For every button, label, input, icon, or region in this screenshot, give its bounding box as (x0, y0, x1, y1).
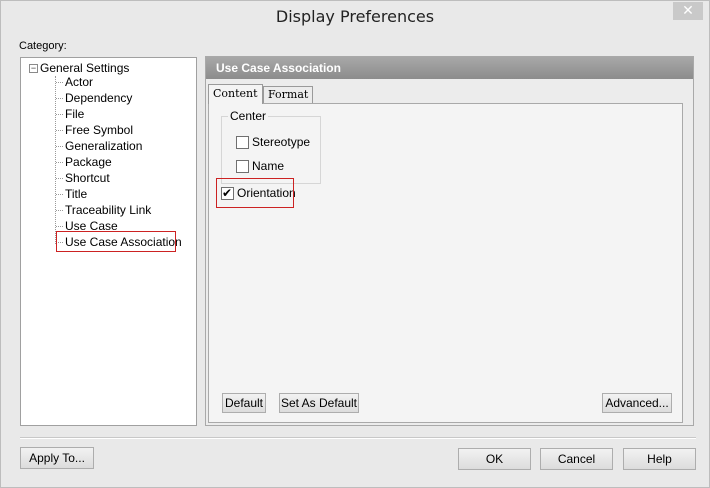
tree-item-traceability-link[interactable]: Traceability Link (55, 202, 182, 218)
tree-item-shortcut[interactable]: Shortcut (55, 170, 182, 186)
tree-item-package[interactable]: Package (55, 154, 182, 170)
name-checkbox[interactable] (236, 160, 249, 174)
display-preferences-window: Display Preferences ✕ Category: − General… (0, 0, 710, 488)
orientation-label: Orientation (237, 186, 296, 200)
content-tab-page: Center Stereotype Name Orientation Defau… (208, 103, 683, 423)
center-group: Center Stereotype Name (221, 109, 321, 184)
panel-header: Use Case Association (206, 57, 693, 79)
set-as-default-button[interactable]: Set As Default (279, 393, 359, 413)
tab-content[interactable]: Content (208, 84, 263, 104)
tree-items: Actor Dependency File Free Symbol Genera… (55, 74, 182, 250)
stereotype-label: Stereotype (252, 135, 311, 149)
tree-item-title[interactable]: Title (55, 186, 182, 202)
orientation-checkbox[interactable] (221, 186, 234, 201)
help-button[interactable]: Help (623, 448, 696, 470)
center-group-title: Center (228, 109, 269, 123)
tree-item-dependency[interactable]: Dependency (55, 90, 182, 106)
tree-root-label: General Settings (40, 61, 130, 75)
footer-divider (20, 437, 696, 439)
cancel-button[interactable]: Cancel (540, 448, 613, 470)
tree-item-free-symbol[interactable]: Free Symbol (55, 122, 182, 138)
name-label: Name (252, 159, 285, 173)
stereotype-option[interactable]: Stereotype (236, 135, 310, 151)
category-tree[interactable]: − General Settings Actor Dependency File … (20, 57, 197, 426)
tab-format[interactable]: Format (263, 86, 314, 103)
tree-item-generalization[interactable]: Generalization (55, 138, 182, 154)
title-bar: Display Preferences ✕ (1, 1, 709, 33)
advanced-button[interactable]: Advanced... (602, 393, 672, 413)
stereotype-checkbox[interactable] (236, 136, 249, 150)
default-button[interactable]: Default (222, 393, 266, 413)
apply-to-button[interactable]: Apply To... (20, 447, 94, 469)
tree-item-file[interactable]: File (55, 106, 182, 122)
ok-button[interactable]: OK (458, 448, 531, 470)
name-option[interactable]: Name (236, 159, 284, 175)
tree-item-use-case-association[interactable]: Use Case Association (55, 234, 182, 250)
close-icon: ✕ (682, 3, 694, 19)
close-button[interactable]: ✕ (673, 2, 703, 20)
window-title: Display Preferences (275, 7, 435, 26)
orientation-option[interactable]: Orientation (221, 186, 296, 202)
settings-panel: Use Case Association Content Format Cent… (205, 56, 694, 426)
tree-item-use-case[interactable]: Use Case (55, 218, 182, 234)
collapse-icon[interactable]: − (29, 64, 38, 74)
tree-item-actor[interactable]: Actor (55, 74, 182, 90)
category-label: Category: (19, 40, 67, 52)
